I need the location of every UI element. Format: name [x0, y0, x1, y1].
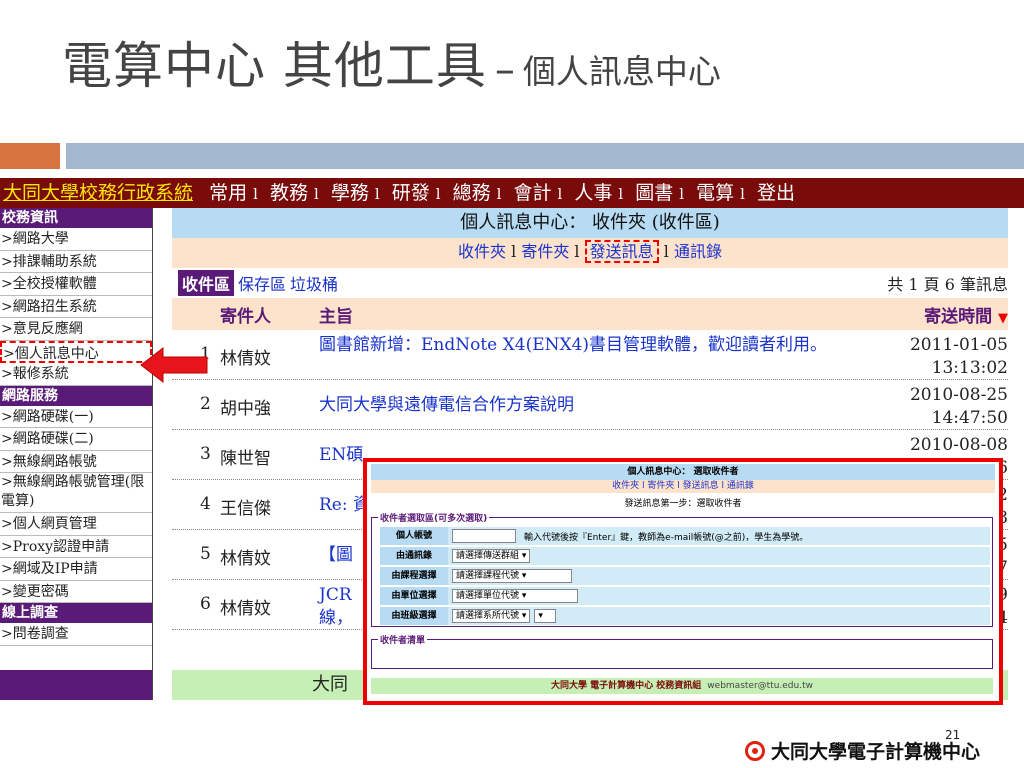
folder-inbox-area[interactable]: 收件區	[178, 270, 235, 296]
popup-tabs[interactable]: 收件夾 l 寄件夾 l 發送訊息 l 通訊錄	[371, 480, 995, 493]
popup-header: 個人訊息中心： 選取收件者	[371, 464, 995, 480]
account-input[interactable]	[452, 529, 516, 543]
row-subject-link[interactable]: 大同大學與遠傳電信合作方案說明	[319, 394, 839, 417]
table-row[interactable]: 2 胡中強 大同大學與遠傳電信合作方案說明 2010-08-25 14:47:50	[172, 380, 1008, 430]
sidebar-item-proxy[interactable]: >Proxy認證申請	[0, 536, 152, 558]
sidebar-item-change-password[interactable]: >變更密碼	[0, 581, 152, 603]
sidebar-item-network-disk-1[interactable]: >網路硬碟(一)	[0, 406, 152, 428]
row-time: 2011-01-05 13:13:02	[909, 335, 1008, 378]
sidebar-section-survey: 線上調查	[0, 603, 152, 623]
sidebar-item-course-scheduling[interactable]: >排課輔助系統	[0, 251, 152, 273]
popup-footer: 大同大學 電子計算機中心 校務資訊組 webmaster@ttu.edu.tw	[371, 678, 993, 694]
sidebar-item-message-center[interactable]: >個人訊息中心	[0, 340, 152, 363]
sidebar-item-repair[interactable]: >報修系統	[0, 363, 152, 386]
message-count: 共 1 頁 6 筆訊息	[887, 275, 1008, 294]
orange-accent-bar	[0, 143, 60, 169]
recipient-select-fieldset: 收件者選取區(可多次選取) 個人帳號 輸入代號後按『Enter』鍵，教師為e-m…	[371, 511, 993, 627]
nav-item-computing[interactable]: 電算	[696, 182, 734, 204]
webmaster-email-link[interactable]: webmaster@ttu.edu.tw	[707, 681, 813, 691]
row-contacts: 由通訊錄 請選擇傳送群組 ▾	[380, 547, 990, 565]
slide-title-dash: –	[494, 47, 515, 93]
page-header: 個人訊息中心： 收件夾 (收件區)	[172, 208, 1008, 238]
nav-item-student-affairs[interactable]: 學務	[331, 182, 369, 204]
department-select[interactable]: 請選擇系所代號 ▾	[452, 609, 531, 623]
nav-item-logout[interactable]: 登出	[757, 182, 795, 204]
sidebar: 校務資訊 >網路大學 >排課輔助系統 >全校授權軟體 >網路招生系統 >意見反應…	[0, 208, 153, 700]
sort-down-icon: ▼	[998, 310, 1008, 326]
red-arrow-left-icon	[140, 346, 208, 384]
sidebar-item-questionnaire[interactable]: >問卷調查	[0, 623, 152, 646]
row-personal-account: 個人帳號 輸入代號後按『Enter』鍵，教師為e-mail帳號(@之前)，學生為…	[380, 527, 990, 545]
row-class: 由班級選擇 請選擇系所代號 ▾ ▾	[380, 607, 990, 625]
row-course: 由課程選擇 請選擇課程代號 ▾	[380, 567, 990, 585]
university-logo: 大同大學電子計算機中心	[745, 737, 980, 764]
sidebar-item-wireless-admin[interactable]: >無線網路帳號管理(限電算)	[0, 473, 152, 513]
unit-select[interactable]: 請選擇單位代號 ▾	[452, 589, 578, 603]
row-sender: 林倩妏	[220, 599, 271, 619]
seal-icon	[745, 740, 765, 761]
nav-item-library[interactable]: 圖書	[635, 182, 673, 204]
column-subject[interactable]: 主旨	[319, 302, 353, 327]
column-sender[interactable]: 寄件人	[220, 302, 271, 327]
row-sender: 林倩妏	[220, 349, 271, 369]
nav-item-research[interactable]: 研發	[392, 182, 430, 204]
select-recipient-popup: 個人訊息中心： 選取收件者 收件夾 l 寄件夾 l 發送訊息 l 通訊錄 發送訊…	[363, 458, 1003, 705]
sidebar-item-domain-ip[interactable]: >網域及IP申請	[0, 558, 152, 581]
sidebar-item-online-university[interactable]: >網路大學	[0, 228, 152, 251]
folder-bar: 收件區 保存區 垃圾桶 共 1 頁 6 筆訊息	[172, 268, 1008, 298]
recipient-list-legend: 收件者清單	[378, 633, 428, 646]
slide-title-main: 電算中心 其他工具	[62, 37, 487, 95]
tab-inbox[interactable]: 收件夾	[458, 242, 506, 261]
row-sender: 王信傑	[220, 499, 271, 519]
slide-title-sub: 個人訊息中心	[522, 52, 721, 91]
column-time[interactable]: 寄送時間 ▼	[924, 302, 1008, 327]
folder-saved[interactable]: 保存區	[238, 271, 286, 295]
row-unit: 由單位選擇 請選擇單位代號 ▾	[380, 587, 990, 605]
folder-trash[interactable]: 垃圾桶	[290, 271, 338, 295]
tab-send-message[interactable]: 發送訊息	[584, 240, 659, 263]
message-subtabs: 收件夾 l 寄件夾 l 發送訊息 l 通訊錄	[172, 238, 1008, 268]
nav-item-accounting[interactable]: 會計	[513, 182, 551, 204]
row-time: 2010-08-25 14:47:50	[909, 385, 1008, 428]
course-select[interactable]: 請選擇課程代號 ▾	[452, 569, 572, 583]
sidebar-item-licensed-software[interactable]: >全校授權軟體	[0, 273, 152, 296]
row-sender: 胡中強	[220, 399, 271, 419]
sidebar-footer-fill	[0, 670, 152, 700]
blue-accent-bar	[66, 143, 1024, 169]
nav-item-general-affairs[interactable]: 總務	[453, 182, 491, 204]
sidebar-item-network-disk-2[interactable]: >網路硬碟(二)	[0, 428, 152, 451]
nav-item-personnel[interactable]: 人事	[574, 182, 612, 204]
class-select[interactable]: ▾	[534, 609, 557, 623]
row-sender: 陳世智	[220, 449, 271, 469]
slide-title: 電算中心 其他工具 – 個人訊息中心	[62, 26, 721, 98]
sidebar-section-campus-info: 校務資訊	[0, 208, 152, 228]
system-brand-link[interactable]: 大同大學校務行政系統	[3, 182, 193, 204]
top-navigation: 大同大學校務行政系統 常用 l 教務 l 學務 l 研發 l 總務 l 會計 l 人事 l 圖…	[0, 178, 1024, 208]
sidebar-section-network-services: 網路服務	[0, 385, 152, 406]
tab-outbox[interactable]: 寄件夾	[521, 242, 569, 261]
table-row[interactable]: 1 林倩妏 圖書館新增：EndNote X4(ENX4)書目管理軟體，歡迎讀者利…	[172, 330, 1008, 380]
sidebar-item-wireless-account[interactable]: >無線網路帳號	[0, 451, 152, 473]
sidebar-item-feedback[interactable]: >意見反應網	[0, 318, 152, 341]
nav-item-academic[interactable]: 教務	[270, 182, 308, 204]
group-select[interactable]: 請選擇傳送群組 ▾	[452, 549, 531, 563]
table-header: 寄件人 主旨 寄送時間 ▼	[172, 298, 1008, 330]
sidebar-item-personal-webpage[interactable]: >個人網頁管理	[0, 513, 152, 536]
row-sender: 林倩妏	[220, 549, 271, 569]
popup-step-text: 發送訊息第一步：選取收件者	[624, 499, 742, 509]
recipient-select-legend: 收件者選取區(可多次選取)	[378, 511, 490, 524]
sidebar-item-admissions[interactable]: >網路招生系統	[0, 296, 152, 318]
recipient-list-fieldset: 收件者清單	[371, 633, 993, 669]
row-subject-link[interactable]: 圖書館新增：EndNote X4(ENX4)書目管理軟體，歡迎讀者利用。	[319, 334, 839, 357]
tab-contacts[interactable]: 通訊錄	[674, 242, 722, 261]
nav-item-common[interactable]: 常用	[209, 182, 247, 204]
